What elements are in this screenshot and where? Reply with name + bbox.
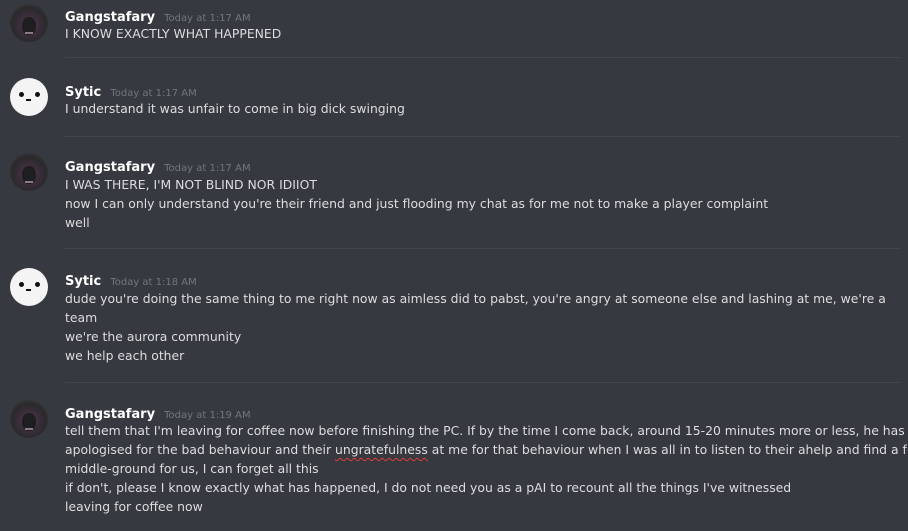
message-divider xyxy=(65,382,900,383)
timestamp: Today at 1:19 AM xyxy=(164,410,251,421)
message-text: tell them that I'm leaving for coffee no… xyxy=(65,423,905,438)
timestamp: Today at 1:17 AM xyxy=(164,13,251,24)
message-divider xyxy=(65,136,900,137)
avatar[interactable] xyxy=(10,4,48,42)
avatar[interactable] xyxy=(10,78,48,116)
timestamp: Today at 1:18 AM xyxy=(110,277,197,288)
message-text: apologised for the bad behaviour and the… xyxy=(65,440,908,459)
timestamp: Today at 1:17 AM xyxy=(164,163,251,174)
misspelled-word[interactable]: ungratefulness xyxy=(335,442,428,457)
message-text: well xyxy=(65,215,90,230)
message-text: middle-ground for us, I can forget all t… xyxy=(65,461,319,476)
message-text: I KNOW EXACTLY WHAT HAPPENED xyxy=(65,26,282,41)
message-text: team xyxy=(65,310,98,325)
timestamp: Today at 1:17 AM xyxy=(110,88,197,99)
username[interactable]: Gangstafary xyxy=(65,407,155,422)
message-text-segment: at me for that behaviour when I was all … xyxy=(427,442,908,457)
message-text: we help each other xyxy=(65,348,185,363)
avatar[interactable] xyxy=(10,153,48,191)
message-divider xyxy=(65,248,900,249)
username[interactable]: Sytic xyxy=(65,274,101,289)
username[interactable]: Sytic xyxy=(65,85,101,100)
message-divider xyxy=(65,57,900,58)
message-text: I understand it was unfair to come in bi… xyxy=(65,101,405,116)
message-text: I WAS THERE, I'M NOT BLIND NOR IDIIOT xyxy=(65,177,317,192)
message-text: dude you're doing the same thing to me r… xyxy=(65,291,886,306)
message-text: if don't, please I know exactly what has… xyxy=(65,480,792,495)
avatar[interactable] xyxy=(10,400,48,438)
message-text: now I can only understand you're their f… xyxy=(65,196,769,211)
username[interactable]: Gangstafary xyxy=(65,10,155,25)
message-text-segment: apologised for the bad behaviour and the… xyxy=(65,442,335,457)
username[interactable]: Gangstafary xyxy=(65,160,155,175)
message-text: leaving for coffee now xyxy=(65,499,203,514)
message-text: we're the aurora community xyxy=(65,329,242,344)
avatar[interactable] xyxy=(10,268,48,306)
